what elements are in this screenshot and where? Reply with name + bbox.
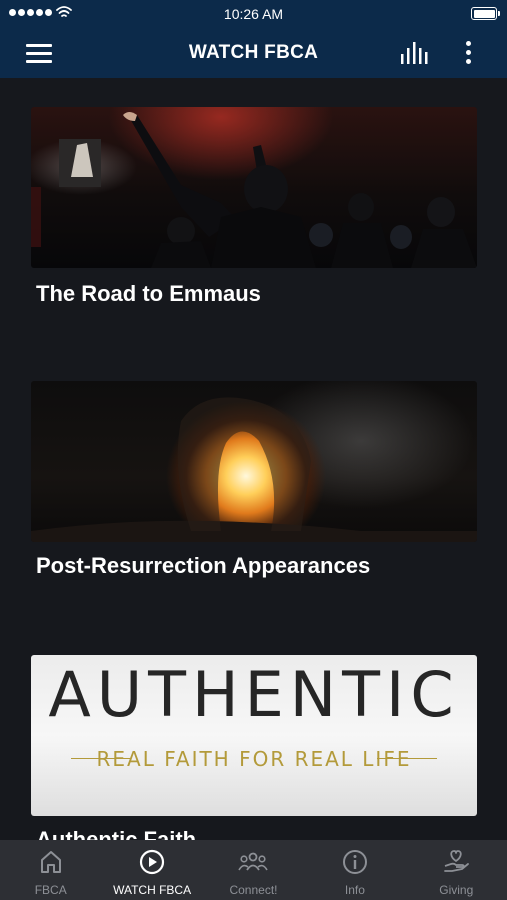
divider bbox=[377, 758, 437, 759]
app-header: WATCH FBCA bbox=[0, 28, 507, 78]
empty-tomb-thumbnail bbox=[31, 381, 477, 542]
artwork-tagline: REAL FAITH FOR REAL LIFE bbox=[96, 747, 412, 771]
bottom-tab-bar: FBCA WATCH FBCA Connect! Info Giving bbox=[0, 840, 507, 900]
video-feed[interactable]: The Road to Emmaus Post-Resurrection App… bbox=[0, 78, 507, 840]
list-item[interactable]: Post-Resurrection Appearances bbox=[31, 381, 477, 578]
tab-label: FBCA bbox=[34, 883, 67, 897]
tab-watch-fbca[interactable]: WATCH FBCA bbox=[101, 840, 202, 900]
authentic-series-thumbnail: AUTHENTIC REAL FAITH FOR REAL LIFE bbox=[31, 655, 477, 816]
list-item[interactable]: AUTHENTIC REAL FAITH FOR REAL LIFE Authe… bbox=[31, 655, 477, 840]
tab-label: Connect! bbox=[229, 883, 278, 897]
list-item[interactable]: The Road to Emmaus bbox=[31, 107, 477, 306]
audio-bars-icon[interactable] bbox=[398, 40, 432, 66]
tab-giving[interactable]: Giving bbox=[406, 840, 507, 900]
group-people-icon bbox=[238, 852, 269, 871]
video-title: Post-Resurrection Appearances bbox=[36, 553, 371, 578]
battery-icon bbox=[471, 7, 500, 20]
tab-connect[interactable]: Connect! bbox=[203, 840, 304, 900]
status-bar: 10:26 AM bbox=[0, 0, 507, 28]
play-circle-icon bbox=[139, 849, 165, 875]
artwork-headline: AUTHENTIC bbox=[48, 658, 460, 731]
hamburger-menu-icon[interactable] bbox=[24, 41, 54, 65]
video-title: The Road to Emmaus bbox=[36, 281, 261, 306]
tab-info[interactable]: Info bbox=[304, 840, 405, 900]
video-title: Authentic Faith bbox=[36, 827, 197, 840]
heart-hand-icon bbox=[444, 850, 470, 872]
tab-fbca[interactable]: FBCA bbox=[0, 840, 101, 900]
info-circle-icon bbox=[342, 850, 367, 874]
tab-label: WATCH FBCA bbox=[113, 883, 192, 897]
status-time: 10:26 AM bbox=[223, 6, 284, 22]
worship-concert-thumbnail bbox=[31, 107, 477, 268]
tab-label: Giving bbox=[439, 883, 474, 897]
more-vertical-icon[interactable] bbox=[456, 39, 480, 67]
home-icon bbox=[40, 851, 61, 873]
tab-label: Info bbox=[344, 883, 365, 897]
